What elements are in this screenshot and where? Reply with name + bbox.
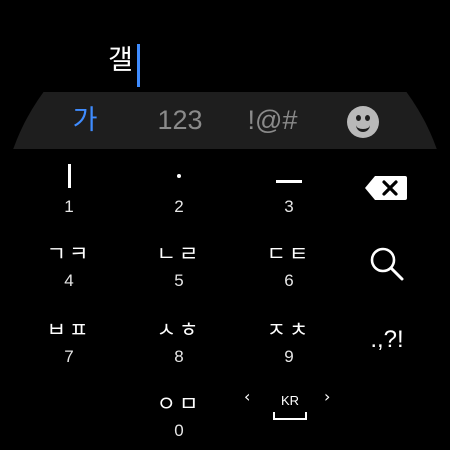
key-letters: ㄴㄹ — [156, 242, 202, 266]
space-icon — [273, 412, 307, 420]
mode-tab-korean[interactable]: 가 — [55, 92, 115, 149]
arrow-left-icon[interactable]: ‹ — [244, 387, 250, 406]
key-letters: ㅇㅁ — [156, 392, 202, 416]
arrow-right-icon[interactable]: › — [324, 387, 330, 406]
key-1[interactable]: 1 — [39, 160, 99, 218]
key-6[interactable]: ㄷㅌ 6 — [259, 238, 319, 294]
language-label: KR — [280, 393, 300, 408]
punctuation-key[interactable]: .,?! — [362, 326, 412, 354]
text-cursor — [137, 44, 140, 87]
key-9[interactable]: ㅈㅊ 9 — [259, 314, 319, 370]
key-number: 5 — [174, 271, 184, 290]
mode-tab-symbols[interactable]: !@# — [235, 92, 310, 149]
input-text: 갤 — [108, 45, 133, 76]
emoji-mouth — [356, 120, 370, 132]
key-number: 3 — [284, 197, 294, 216]
key-letters: ㅈㅊ — [266, 318, 312, 342]
mode-tab-numbers[interactable]: 123 — [145, 92, 215, 149]
key-3[interactable]: 3 — [259, 160, 319, 218]
language-switch-key[interactable]: ‹ KR › — [240, 384, 340, 424]
key-7[interactable]: ㅂㅍ 7 — [39, 314, 99, 370]
key-letters: ㄱㅋ — [46, 242, 92, 266]
key-number: 0 — [174, 421, 184, 440]
key-0[interactable]: ㅇㅁ 0 — [149, 388, 209, 444]
smiley-face-icon[interactable] — [347, 106, 379, 138]
key-number: 1 — [64, 197, 74, 216]
keyboard-screen: 갤 가 123 !@# 1 2 3 ㄱㅋ 4 ㄴㄹ 5 ㄷㅌ 6 ㅂㅍ 7 ㅅㅎ… — [0, 0, 450, 450]
mode-bar: 가 123 !@# — [0, 92, 450, 149]
key-letters: ㄷㅌ — [266, 242, 312, 266]
key-8[interactable]: ㅅㅎ 8 — [149, 314, 209, 370]
key-number: 8 — [174, 347, 184, 366]
dot-icon — [177, 174, 181, 178]
key-number: 4 — [64, 271, 74, 290]
key-2[interactable]: 2 — [149, 160, 209, 218]
text-input-field[interactable]: 갤 — [0, 0, 450, 92]
vertical-stroke-icon — [68, 164, 71, 188]
search-icon[interactable] — [368, 245, 406, 283]
key-5[interactable]: ㄴㄹ 5 — [149, 238, 209, 294]
key-letters: ㅅㅎ — [156, 318, 202, 342]
key-letters: ㅂㅍ — [46, 318, 92, 342]
key-number: 7 — [64, 347, 74, 366]
key-4[interactable]: ㄱㅋ 4 — [39, 238, 99, 294]
key-number: 6 — [284, 271, 294, 290]
horizontal-stroke-icon — [276, 180, 302, 183]
key-number: 9 — [284, 347, 294, 366]
key-number: 2 — [174, 197, 184, 216]
backspace-icon[interactable] — [364, 175, 408, 201]
